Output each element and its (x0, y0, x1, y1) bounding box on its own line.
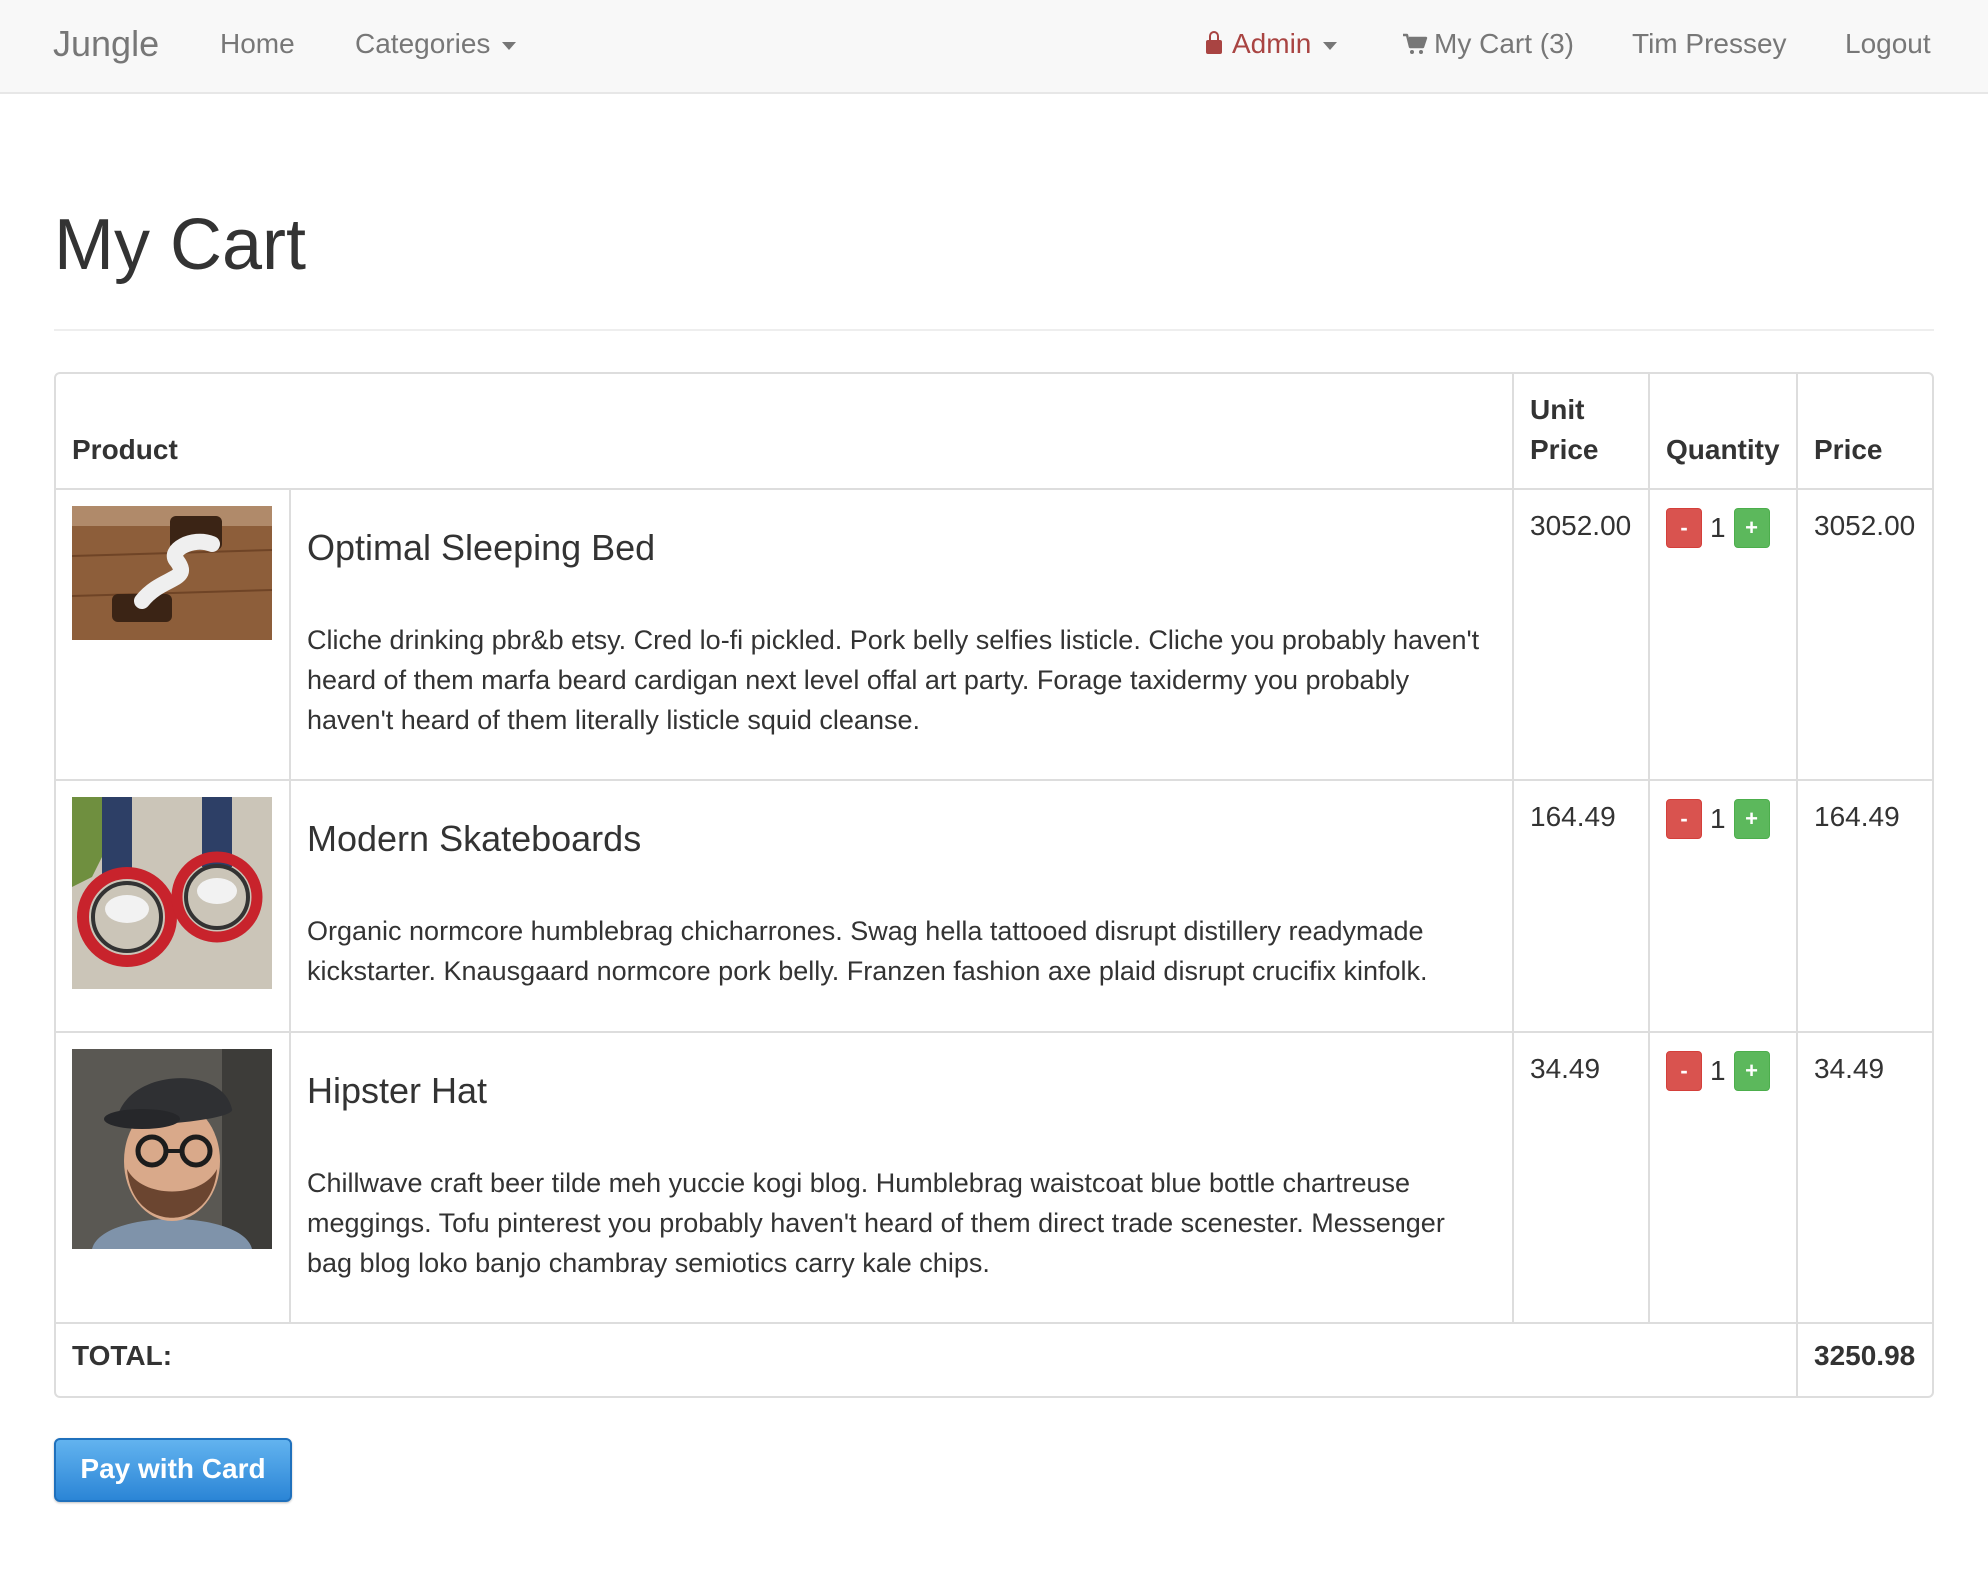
quantity-stepper: -1 + (1666, 506, 1780, 548)
nav-categories-dropdown[interactable]: Categories (355, 0, 517, 92)
quantity-cell: -1 + (1648, 1031, 1797, 1323)
nav-my-cart-link[interactable]: My Cart (3) (1402, 0, 1574, 92)
nav-admin-dropdown[interactable]: Admin (1206, 0, 1338, 92)
quantity-value: 1 (1710, 802, 1726, 834)
decrease-quantity-button[interactable]: - (1666, 1050, 1702, 1091)
unit-price-cell: 164.49 (1512, 779, 1649, 1032)
lock-icon (1206, 31, 1222, 54)
page-header-divider (54, 329, 1934, 331)
hipster-hat-photo-image (72, 1049, 272, 1249)
table-row: Hipster Hat Chillwave craft beer tilde m… (56, 1031, 1932, 1323)
table-header-row: Product Unit Price Quantity Price (56, 374, 1932, 489)
product-description: Chillwave craft beer tilde meh yuccie ko… (307, 1168, 1445, 1278)
unit-price-cell: 34.49 (1512, 1031, 1649, 1323)
product-info-cell: Hipster Hat Chillwave craft beer tilde m… (289, 1031, 1513, 1323)
product-info-cell: Modern Skateboards Organic normcore humb… (289, 779, 1513, 1032)
brand-logo-link[interactable]: Jungle (53, 0, 159, 92)
pay-with-card-button[interactable]: Pay with Card (54, 1438, 292, 1502)
product-name[interactable]: Modern Skateboards (307, 817, 1496, 861)
quantity-cell: -1 + (1648, 779, 1797, 1032)
quantity-value: 1 (1710, 511, 1726, 543)
product-image-skateboards[interactable] (72, 797, 272, 989)
increase-quantity-button[interactable]: + (1733, 798, 1770, 839)
header-quantity: Quantity (1648, 374, 1797, 489)
line-price-cell: 3052.00 (1796, 488, 1932, 780)
product-name[interactable]: Optimal Sleeping Bed (307, 526, 1496, 570)
header-product: Product (72, 434, 178, 465)
product-description: Cliche drinking pbr&b etsy. Cred lo-fi p… (307, 625, 1480, 735)
total-row: TOTAL: 3250.98 (56, 1322, 1932, 1396)
cart-table: Product Unit Price Quantity Price Optima… (56, 374, 1932, 1396)
page-title: My Cart (54, 205, 306, 285)
product-image-hat[interactable] (72, 1049, 272, 1249)
shopping-cart-icon (1403, 33, 1428, 54)
nav-admin-label: Admin (1232, 28, 1312, 59)
header-price: Price (1796, 374, 1932, 489)
quantity-stepper: -1 + (1666, 797, 1780, 839)
total-label: TOTAL: (56, 1322, 1797, 1396)
line-price-cell: 164.49 (1796, 779, 1932, 1032)
product-image-cell (56, 779, 290, 1032)
unit-price-cell: 3052.00 (1512, 488, 1649, 780)
product-description: Organic normcore humblebrag chicharrones… (307, 916, 1428, 986)
nav-my-cart-label: My Cart (3) (1434, 28, 1574, 59)
nav-home-link[interactable]: Home (220, 0, 295, 92)
table-row: Optimal Sleeping Bed Cliche drinking pbr… (56, 488, 1932, 780)
product-name[interactable]: Hipster Hat (307, 1069, 1496, 1113)
line-price-cell: 34.49 (1796, 1031, 1932, 1323)
cart-table-panel: Product Unit Price Quantity Price Optima… (54, 372, 1934, 1398)
quantity-cell: -1 + (1648, 488, 1797, 780)
quantity-stepper: -1 + (1666, 1049, 1780, 1091)
skateboard-photo-image (72, 797, 272, 989)
nav-logout-link[interactable]: Logout (1845, 0, 1931, 92)
bed-photo-image (72, 506, 272, 640)
decrease-quantity-button[interactable]: - (1666, 798, 1702, 839)
caret-down-icon (502, 41, 517, 50)
quantity-value: 1 (1710, 1054, 1726, 1086)
increase-quantity-button[interactable]: + (1733, 1050, 1770, 1091)
header-unit-price: Unit Price (1512, 374, 1649, 489)
product-info-cell: Optimal Sleeping Bed Cliche drinking pbr… (289, 488, 1513, 780)
product-image-cell (56, 1031, 290, 1323)
product-image-cell (56, 488, 290, 780)
nav-categories-label: Categories (355, 28, 491, 59)
increase-quantity-button[interactable]: + (1733, 507, 1770, 548)
table-row: Modern Skateboards Organic normcore humb… (56, 779, 1932, 1032)
nav-user-link[interactable]: Tim Pressey (1632, 0, 1787, 92)
caret-down-icon (1323, 41, 1338, 50)
total-value: 3250.98 (1796, 1322, 1932, 1396)
top-navbar: Jungle Home Categories Admin My Cart (3)… (0, 0, 1988, 94)
decrease-quantity-button[interactable]: - (1666, 507, 1702, 548)
product-image-bed[interactable] (72, 506, 272, 640)
